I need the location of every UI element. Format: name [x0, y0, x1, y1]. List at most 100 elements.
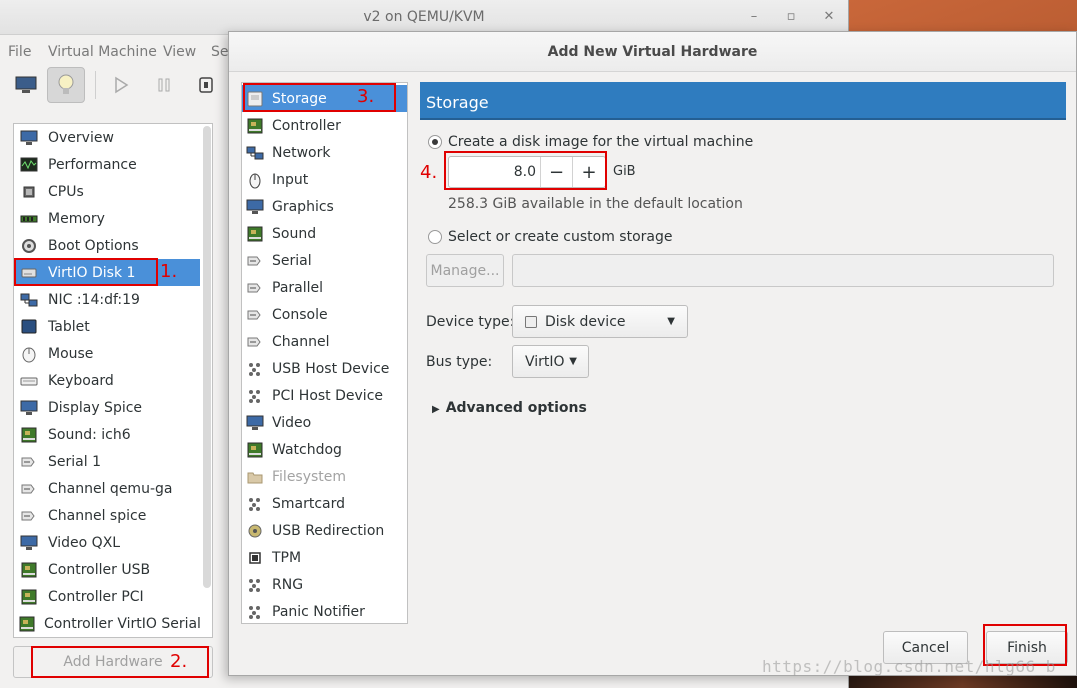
hardware-type-label: Channel: [272, 333, 330, 350]
device-list-item[interactable]: Keyboard: [14, 367, 200, 394]
hardware-type-item[interactable]: Sound: [242, 220, 407, 247]
maximize-icon[interactable]: ▫: [783, 9, 799, 25]
device-list-item[interactable]: Overview: [14, 124, 200, 151]
hardware-type-label: Console: [272, 306, 328, 323]
menu-file[interactable]: File: [8, 44, 31, 60]
device-list-item[interactable]: Serial 1: [14, 448, 200, 475]
device-list-label: Controller USB: [48, 561, 151, 578]
create-disk-label: Create a disk image for the virtual mach…: [448, 134, 754, 150]
controller-icon: [18, 587, 40, 607]
storage-header: Storage: [420, 82, 1066, 120]
network-icon: [246, 144, 264, 162]
device-list-item[interactable]: Performance: [14, 151, 200, 178]
device-list-item[interactable]: Controller PCI: [14, 583, 200, 610]
power-icon: [199, 77, 213, 93]
manage-button[interactable]: Manage...: [426, 254, 504, 287]
hardware-type-item[interactable]: TPM: [242, 544, 407, 571]
hardware-type-label: Filesystem: [272, 468, 347, 485]
hardware-type-item[interactable]: USB Redirection: [242, 517, 407, 544]
advanced-options-expander[interactable]: ▶ Advanced options: [432, 400, 587, 416]
close-icon[interactable]: ✕: [821, 9, 837, 25]
device-list-item[interactable]: Channel qemu-ga: [14, 475, 200, 502]
expander-arrow-icon: ▶: [432, 404, 440, 415]
device-list-item[interactable]: CPUs: [14, 178, 200, 205]
device-list-item[interactable]: Display Spice: [14, 394, 200, 421]
device-list-item[interactable]: Controller VirtIO Serial: [14, 610, 201, 637]
hardware-type-item[interactable]: Video: [242, 409, 407, 436]
dropdown-arrow-icon: ▼: [667, 316, 675, 327]
controller-icon: [18, 614, 36, 634]
hardware-type-item[interactable]: Input: [242, 166, 407, 193]
hardware-type-list: Storage Controller Network Input Graphics Sou…: [241, 82, 408, 624]
graphics-icon: [246, 198, 264, 216]
create-disk-radio[interactable]: [428, 135, 442, 149]
hardware-type-label: Watchdog: [272, 441, 342, 458]
device-type-label: Device type:: [426, 314, 515, 330]
storage-path-field[interactable]: [512, 254, 1054, 287]
hardware-type-item[interactable]: Panic Notifier: [242, 598, 407, 625]
console-icon: [246, 306, 264, 324]
tablet-icon: [18, 317, 40, 337]
sound-icon: [246, 225, 264, 243]
details-view-button[interactable]: [47, 67, 85, 103]
device-list-label: Serial 1: [48, 453, 101, 470]
mouse-icon: [18, 344, 40, 364]
hardware-type-item[interactable]: Serial: [242, 247, 407, 274]
device-list-label: NIC :14:df:19: [48, 291, 140, 308]
device-list-item[interactable]: Tablet: [14, 313, 200, 340]
device-list-label: CPUs: [48, 183, 84, 200]
device-list-item[interactable]: Memory: [14, 205, 200, 232]
hardware-type-item[interactable]: Watchdog: [242, 436, 407, 463]
shutdown-button[interactable]: [187, 67, 225, 103]
menu-virtual-machine[interactable]: Virtual Machine: [48, 44, 157, 60]
usb-icon: [246, 360, 264, 378]
hardware-type-item[interactable]: Smartcard: [242, 490, 407, 517]
run-button[interactable]: [102, 67, 140, 103]
hardware-type-label: TPM: [272, 549, 302, 566]
device-list-label: Mouse: [48, 345, 94, 362]
menu-view[interactable]: View: [163, 44, 196, 60]
hardware-type-item[interactable]: RNG: [242, 571, 407, 598]
serial-icon: [18, 452, 40, 472]
device-list-item[interactable]: Mouse: [14, 340, 200, 367]
serial-icon: [246, 252, 264, 270]
hardware-type-item[interactable]: PCI Host Device: [242, 382, 407, 409]
device-list-item[interactable]: Boot Options: [14, 232, 200, 259]
folder-icon: [246, 468, 264, 486]
hardware-type-label: USB Host Device: [272, 360, 390, 377]
vm-window-title: v2 on QEMU/KVM: [363, 9, 485, 25]
device-list-label: Performance: [48, 156, 137, 173]
device-list-item[interactable]: NIC :14:df:19: [14, 286, 200, 313]
device-list-item[interactable]: Video QXL: [14, 529, 200, 556]
device-list-item[interactable]: Sound: ich6: [14, 421, 200, 448]
menu-send-key[interactable]: Se: [211, 44, 229, 60]
console-view-button[interactable]: [7, 67, 45, 103]
device-list-item[interactable]: Channel spice: [14, 502, 200, 529]
dialog-titlebar: Add New Virtual Hardware: [229, 32, 1076, 72]
hardware-type-item[interactable]: Channel: [242, 328, 407, 355]
dialog-title: Add New Virtual Hardware: [547, 44, 758, 60]
display-icon: [18, 398, 40, 418]
device-type-select[interactable]: Disk device ▼: [512, 305, 688, 338]
hardware-type-label: PCI Host Device: [272, 387, 384, 404]
hardware-type-item[interactable]: USB Host Device: [242, 355, 407, 382]
hardware-type-item[interactable]: Graphics: [242, 193, 407, 220]
minimize-icon[interactable]: –: [746, 9, 762, 25]
pause-button[interactable]: [145, 67, 183, 103]
annotation-number-4: 4.: [420, 162, 438, 183]
bus-type-select[interactable]: VirtIO ▼: [512, 345, 589, 378]
hardware-type-item[interactable]: Network: [242, 139, 407, 166]
memory-icon: [18, 209, 40, 229]
hardware-type-label: RNG: [272, 576, 304, 593]
hardware-type-item[interactable]: Controller: [242, 112, 407, 139]
parallel-icon: [246, 279, 264, 297]
watchdog-icon: [246, 441, 264, 459]
hardware-type-item[interactable]: Parallel: [242, 274, 407, 301]
hardware-type-item[interactable]: Console: [242, 301, 407, 328]
device-list-scrollbar[interactable]: [203, 126, 211, 588]
smartcard-icon: [246, 495, 264, 513]
size-unit-label: GiB: [613, 164, 636, 179]
device-list-item[interactable]: Controller USB: [14, 556, 200, 583]
custom-storage-radio[interactable]: [428, 230, 442, 244]
dropdown-arrow-icon: ▼: [569, 356, 577, 367]
